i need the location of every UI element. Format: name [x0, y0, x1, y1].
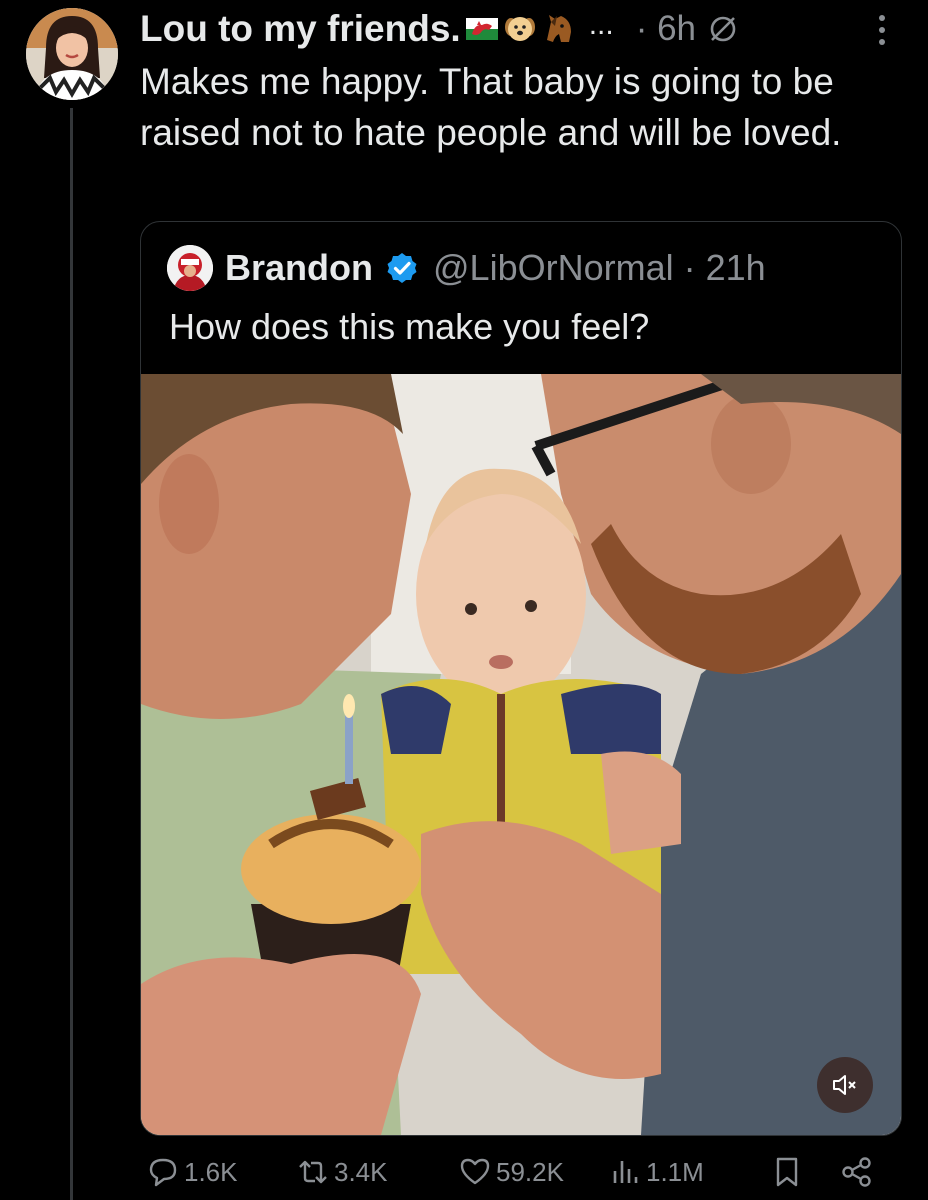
dog-face-icon	[504, 17, 535, 41]
repost-button[interactable]: 3.4K	[296, 1150, 388, 1194]
quoted-display-name[interactable]: Brandon	[225, 247, 373, 289]
like-button[interactable]: 59.2K	[458, 1150, 564, 1194]
bookmark-outline-icon	[776, 1157, 798, 1187]
quoted-handle-time[interactable]: @LibOrNormal · 21h	[433, 247, 766, 289]
more-vertical-icon[interactable]	[868, 12, 896, 48]
quoted-tweet-card[interactable]: Brandon @LibOrNormal · 21h How does this…	[140, 221, 902, 1136]
share-nodes-icon	[842, 1157, 871, 1187]
tweet-action-bar: 1.6K 3.4K 59.2K 1.1M	[140, 1150, 900, 1194]
horse-face-icon	[546, 15, 571, 42]
circle-slash-icon	[710, 16, 736, 42]
tweet-time[interactable]: · 6h	[636, 9, 696, 49]
repost-count: 3.4K	[334, 1156, 388, 1187]
quoted-tweet-header: Brandon @LibOrNormal · 21h	[167, 244, 766, 292]
bar-chart-icon	[613, 1161, 638, 1183]
author-avatar-image	[26, 8, 118, 100]
reply-button[interactable]: 1.6K	[146, 1150, 238, 1194]
bookmark-button[interactable]	[770, 1150, 808, 1194]
thread-line	[70, 108, 73, 1200]
wales-flag-icon	[465, 18, 498, 40]
mute-button[interactable]	[817, 1057, 873, 1113]
verified-badge-icon	[387, 253, 417, 283]
views-button[interactable]: 1.1M	[608, 1150, 704, 1194]
heart-outline-icon	[460, 1158, 490, 1185]
video-frame-image	[141, 374, 901, 1135]
quoted-tweet-text: How does this make you feel?	[169, 306, 650, 347]
repost-arrows-icon	[299, 1160, 327, 1184]
name-overflow: ...	[588, 8, 614, 41]
author-display-name[interactable]: Lou to my friends.	[140, 8, 461, 50]
like-count: 59.2K	[496, 1156, 564, 1187]
speech-bubble-icon	[149, 1158, 177, 1187]
quoted-author-avatar[interactable]	[167, 245, 213, 291]
tweet-header: Lou to my friends. ... · 6h	[140, 4, 738, 54]
quoted-video[interactable]	[141, 374, 901, 1135]
views-count: 1.1M	[646, 1156, 704, 1187]
author-avatar[interactable]	[26, 8, 118, 100]
reply-count: 1.6K	[184, 1156, 238, 1187]
speaker-muted-icon	[833, 1075, 856, 1095]
share-button[interactable]	[840, 1150, 878, 1194]
tweet-text: Makes me happy. That baby is going to be…	[140, 61, 842, 153]
quoted-avatar-image	[167, 245, 213, 291]
